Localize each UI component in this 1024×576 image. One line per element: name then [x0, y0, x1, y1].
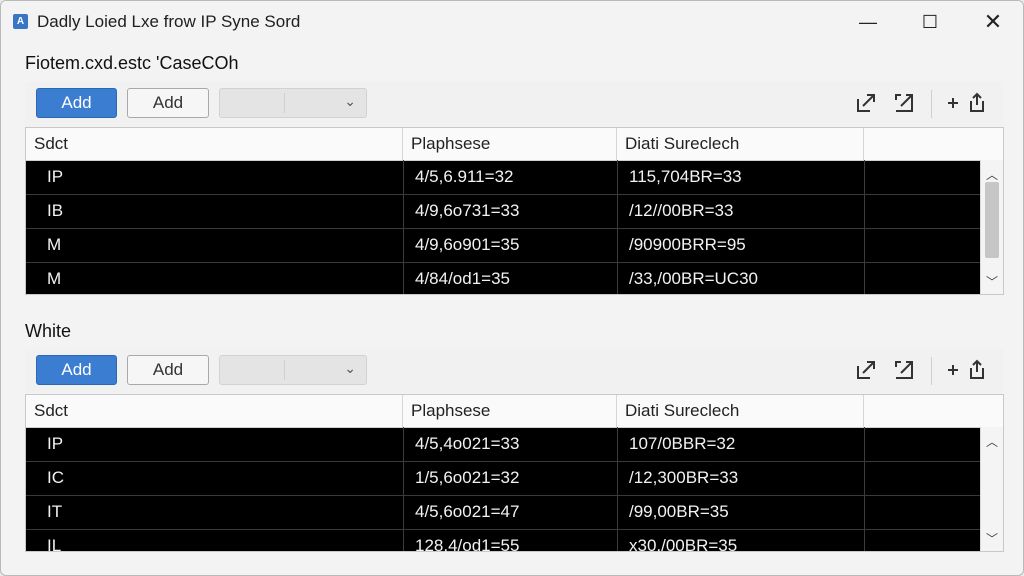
add-primary-button[interactable]: Add: [36, 88, 117, 118]
cell-sdct: IC: [47, 468, 64, 487]
column-header-extra[interactable]: [864, 395, 1003, 427]
export-icon[interactable]: [854, 358, 878, 382]
chevron-down-icon: ⌄: [344, 93, 356, 109]
cell-diati: x30,/00BR=35: [629, 536, 738, 553]
share-icon[interactable]: [965, 91, 989, 115]
add-icon[interactable]: [941, 358, 965, 382]
minimize-button[interactable]: —: [845, 1, 891, 43]
cell-sdct: IP: [47, 167, 64, 186]
cell-plaphsese: 4/5,6o021=47: [415, 502, 520, 521]
section-title: White: [25, 321, 72, 341]
column-header-sdct[interactable]: Sdct: [26, 128, 403, 160]
cell-plaphsese: 128,4/od1=55: [415, 536, 520, 553]
cell-plaphsese: 4/5,6.911=32: [415, 167, 514, 186]
section-toolbar: Add Add ⌄: [25, 349, 1003, 393]
section-title: Fiotem.cxd.estc 'CaseCOh: [25, 53, 239, 73]
table-row[interactable]: IC 1/5,6o021=32 /12,300BR=33: [26, 461, 981, 496]
column-header-sdct[interactable]: Sdct: [26, 395, 403, 427]
app-window: A Dadly Loied Lxe frow IP Syne Sord — ☐ …: [0, 0, 1024, 576]
table-row[interactable]: IL 128,4/od1=55 x30,/00BR=35: [26, 529, 981, 553]
column-header-diati[interactable]: Diati Sureclech: [617, 395, 864, 427]
filter-dropdown[interactable]: ⌄: [219, 355, 367, 385]
add-secondary-button[interactable]: Add: [127, 88, 209, 118]
cell-sdct: IB: [47, 201, 64, 220]
filter-dropdown[interactable]: ⌄: [219, 88, 367, 118]
cell-sdct: IL: [47, 536, 62, 553]
column-header-plaphsese[interactable]: Plaphsese: [403, 395, 617, 427]
scroll-down-icon[interactable]: ﹀: [981, 530, 1003, 547]
scroll-down-icon[interactable]: ﹀: [981, 273, 1003, 290]
table-header: Sdct Plaphsese Diati Sureclech: [26, 395, 1003, 428]
table-row[interactable]: IP 4/5,6.911=32 115,704BR=33: [26, 160, 981, 195]
open-external-icon[interactable]: [892, 91, 916, 115]
add-primary-button[interactable]: Add: [36, 355, 117, 385]
toolbar-divider: [931, 90, 932, 118]
cell-sdct: M: [47, 269, 62, 288]
cell-plaphsese: 1/5,6o021=32: [415, 468, 520, 487]
vertical-scrollbar[interactable]: ︿ ﹀: [980, 160, 1003, 294]
data-table: Sdct Plaphsese Diati Sureclech IP 4/5,4o…: [25, 394, 1004, 553]
app-logo-icon: A: [13, 14, 28, 29]
dropdown-divider: [284, 360, 285, 380]
cell-sdct: M: [47, 235, 62, 254]
cell-plaphsese: 4/9,6o901=35: [415, 235, 520, 254]
table-row[interactable]: IP 4/5,4o021=33 107/0BBR=32: [26, 427, 981, 462]
cell-plaphsese: 4/9,6o731=33: [415, 201, 520, 220]
cell-plaphsese: 4/84/od1=35: [415, 269, 511, 288]
data-table: Sdct Plaphsese Diati Sureclech IP 4/5,6.…: [25, 127, 1004, 295]
export-icon[interactable]: [854, 91, 878, 115]
vertical-scrollbar[interactable]: ︿ ﹀: [980, 427, 1003, 551]
add-icon[interactable]: [941, 91, 965, 115]
scroll-thumb[interactable]: [985, 182, 999, 258]
scroll-up-icon[interactable]: ︿: [981, 166, 1003, 183]
table-row[interactable]: IT 4/5,6o021=47 /99,00BR=35: [26, 495, 981, 530]
cell-diati: 107/0BBR=32: [629, 434, 736, 453]
scroll-up-icon[interactable]: ︿: [981, 433, 1003, 450]
cell-diati: /12,300BR=33: [629, 468, 739, 487]
dropdown-divider: [284, 93, 285, 113]
toolbar-divider: [931, 357, 932, 385]
cell-sdct: IP: [47, 434, 64, 453]
add-secondary-button[interactable]: Add: [127, 355, 209, 385]
maximize-button[interactable]: ☐: [907, 1, 953, 43]
column-header-diati[interactable]: Diati Sureclech: [617, 128, 864, 160]
title-bar[interactable]: A Dadly Loied Lxe frow IP Syne Sord — ☐ …: [1, 1, 1023, 43]
cell-diati: /99,00BR=35: [629, 502, 729, 521]
table-row[interactable]: M 4/84/od1=35 /33,/00BR=UC30: [26, 262, 981, 296]
cell-diati: /12//00BR=33: [629, 201, 734, 220]
column-header-extra[interactable]: [864, 128, 1003, 160]
cell-sdct: IT: [47, 502, 63, 521]
close-button[interactable]: ✕: [970, 1, 1016, 43]
share-icon[interactable]: [965, 358, 989, 382]
table-row[interactable]: M 4/9,6o901=35 /90900BRR=95: [26, 228, 981, 263]
open-external-icon[interactable]: [892, 358, 916, 382]
cell-plaphsese: 4/5,4o021=33: [415, 434, 520, 453]
table-row[interactable]: IB 4/9,6o731=33 /12//00BR=33: [26, 194, 981, 229]
table-header: Sdct Plaphsese Diati Sureclech: [26, 128, 1003, 161]
section-toolbar: Add Add ⌄: [25, 82, 1003, 126]
window-title: Dadly Loied Lxe frow IP Syne Sord: [37, 12, 301, 31]
column-header-plaphsese[interactable]: Plaphsese: [403, 128, 617, 160]
cell-diati: 115,704BR=33: [629, 167, 742, 186]
cell-diati: /33,/00BR=UC30: [629, 269, 758, 288]
chevron-down-icon: ⌄: [344, 360, 356, 376]
cell-diati: /90900BRR=95: [629, 235, 746, 254]
